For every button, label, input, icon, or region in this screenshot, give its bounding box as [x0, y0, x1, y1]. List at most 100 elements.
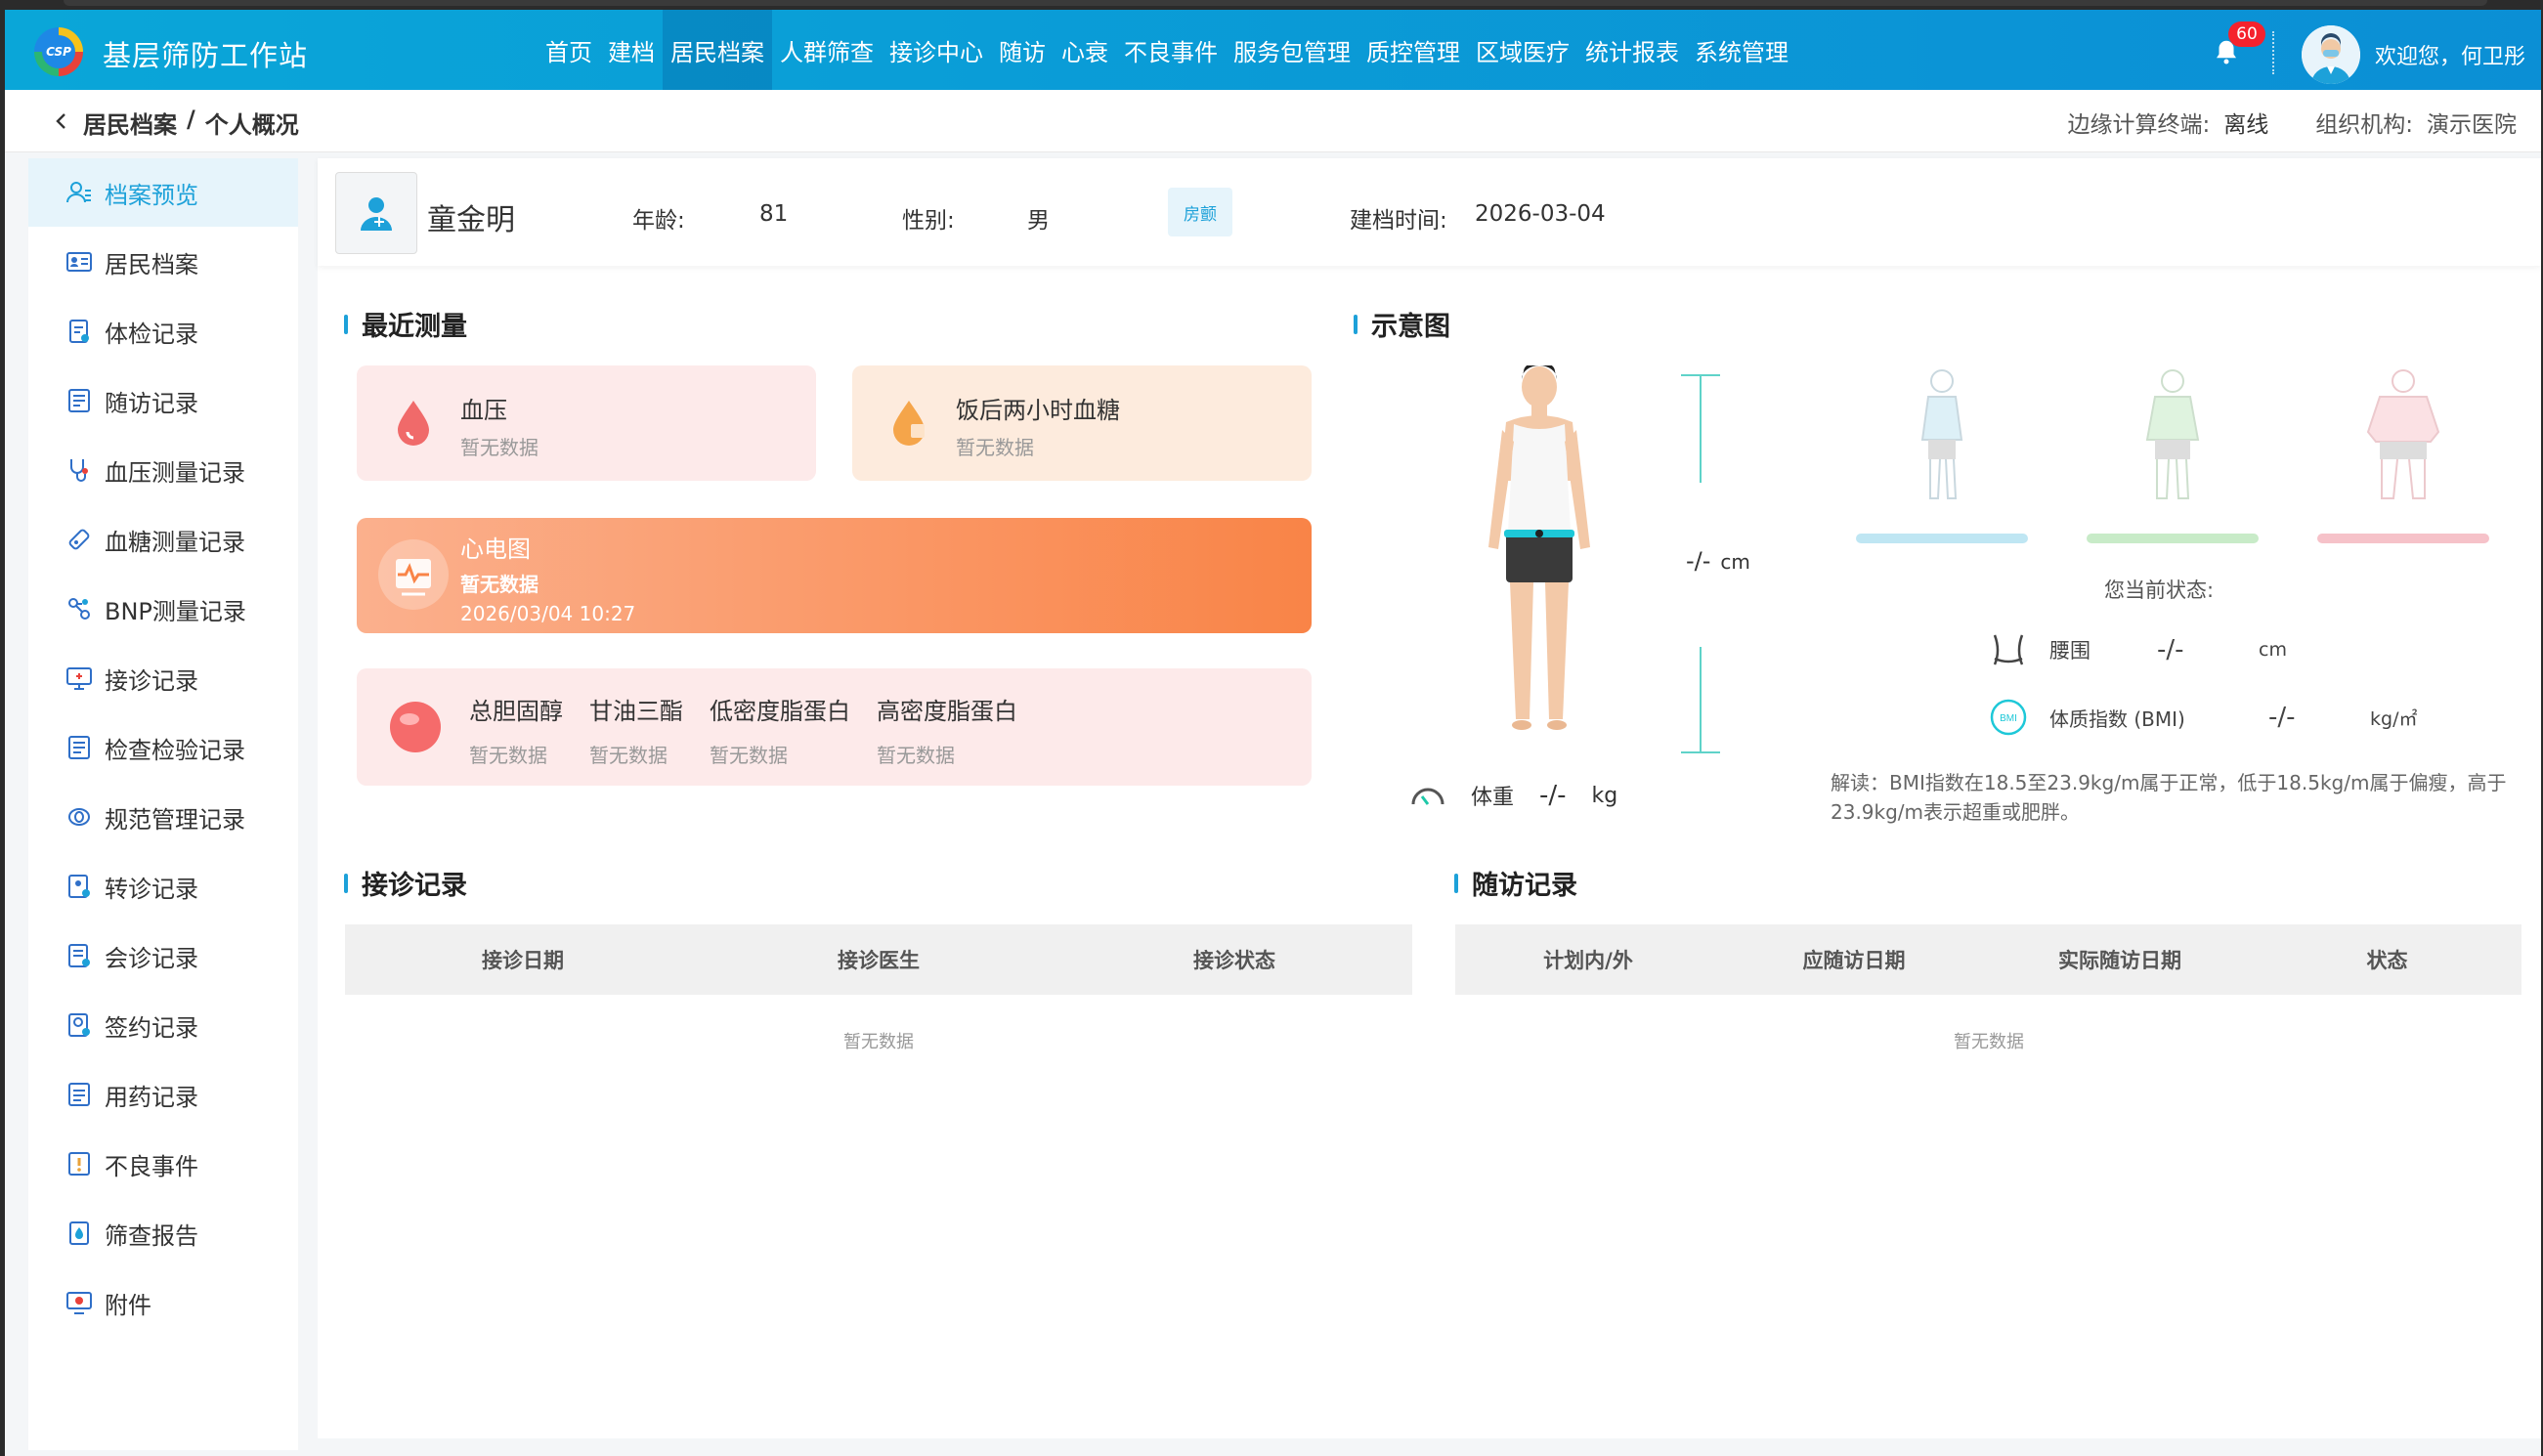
lipid-item-hdl: 高密度脂蛋白 暂无数据	[877, 692, 1017, 768]
nav-item-reception[interactable]: 接诊中心	[882, 10, 991, 90]
nav-item-create-record[interactable]: 建档	[600, 10, 663, 90]
sidebar-item-label: 血压测量记录	[105, 458, 245, 487]
user-avatar[interactable]	[2302, 25, 2360, 84]
glucose-card[interactable]: 饭后两小时血糖 暂无数据	[852, 365, 1312, 481]
followup-icon	[68, 389, 90, 412]
nav-item-system[interactable]: 系统管理	[1687, 10, 1796, 90]
ecg-title: 心电图	[460, 535, 531, 563]
nav-item-regional-medical[interactable]: 区域医疗	[1468, 10, 1577, 90]
sidebar-item-resident-record[interactable]: 居民档案	[28, 228, 298, 296]
sidebar-item-label: BNP测量记录	[105, 597, 246, 625]
bmi-row: BMI 体质指数 (BMI) -/- kg/㎡	[1989, 698, 2417, 737]
column-plan-type[interactable]: 计划内/外	[1455, 945, 1721, 974]
height-readout: -/- cm	[1686, 547, 1750, 575]
sidebar-item-attachments[interactable]: 附件	[28, 1268, 298, 1337]
sidebar-item-label: 用药记录	[105, 1083, 198, 1111]
attachment-icon	[66, 1292, 92, 1314]
sidebar-item-management-records[interactable]: 规范管理记录	[28, 783, 298, 851]
breadcrumb-parent[interactable]: 居民档案	[83, 106, 177, 140]
nav-item-adverse-events[interactable]: 不良事件	[1116, 10, 1226, 90]
nav-item-heart-failure[interactable]: 心衰	[1054, 10, 1116, 90]
nav-item-screening[interactable]: 人群筛查	[772, 10, 882, 90]
sidebar-item-visit-records[interactable]: 接诊记录	[28, 644, 298, 712]
weight-label: 体重	[1471, 786, 1515, 810]
app-logo: CSP	[34, 27, 83, 76]
bmi-interpretation: 解读：BMI指数在18.5至23.9kg/m属于正常，低于18.5kg/m属于偏…	[1831, 771, 2507, 824]
contract-icon	[68, 1013, 90, 1037]
overweight-body-icon	[2366, 369, 2440, 499]
person-icon	[361, 197, 392, 231]
bp-card[interactable]: 血压 暂无数据	[357, 365, 816, 481]
glucose-drop-icon	[893, 401, 925, 446]
created-label: 建档时间:	[1350, 208, 1447, 234]
sidebar-item-medication-records[interactable]: 用药记录	[28, 1060, 298, 1129]
followup-records-table: 计划内/外 应随访日期 实际随访日期 状态 暂无数据	[1455, 924, 2521, 1120]
waist-label: 腰围	[2049, 639, 2090, 663]
bp-title: 血压	[460, 397, 507, 424]
column-visit-status[interactable]: 接诊状态	[1056, 945, 1412, 974]
org-label: 组织机构:	[2315, 112, 2413, 138]
nav-item-service-package[interactable]: 服务包管理	[1226, 10, 1358, 90]
sidebar-item-bp-records[interactable]: 血压测量记录	[28, 436, 298, 504]
sidebar-item-contract-records[interactable]: 签约记录	[28, 991, 298, 1059]
column-visit-doctor[interactable]: 接诊医生	[701, 945, 1056, 974]
sidebar-item-adverse-events[interactable]: 不良事件	[28, 1130, 298, 1198]
height-unit: cm	[1720, 550, 1750, 574]
sidebar-item-label: 会诊记录	[105, 944, 198, 972]
normal-range-bar	[2087, 534, 2259, 543]
lipid-item-ldl: 低密度脂蛋白 暂无数据	[710, 692, 850, 768]
main-menu: 首页 建档 居民档案 人群筛查 接诊中心 随访 心衰 不良事件 服务包管理 质控…	[538, 10, 1796, 90]
sidebar-item-bnp-records[interactable]: BNP测量记录	[28, 575, 298, 643]
gender-value: 男	[1027, 208, 1050, 234]
medication-icon	[68, 1083, 90, 1106]
sidebar-item-lab-records[interactable]: 检查检验记录	[28, 713, 298, 782]
column-actual-date[interactable]: 实际随访日期	[1987, 945, 2253, 974]
blood-drop-icon	[398, 401, 429, 446]
sidebar-item-glucose-records[interactable]: 血糖测量记录	[28, 505, 298, 574]
sidebar-item-label: 血糖测量记录	[105, 528, 245, 556]
visit-records-table: 接诊日期 接诊医生 接诊状态 暂无数据	[345, 924, 1412, 1120]
breadcrumb-current: 个人概况	[204, 111, 299, 139]
column-scheduled-date[interactable]: 应随访日期	[1721, 945, 1987, 974]
sidebar-item-followup[interactable]: 随访记录	[28, 366, 298, 435]
edge-terminal-info: 边缘计算终端: 离线 组织机构: 演示医院	[2068, 106, 2518, 139]
column-followup-status[interactable]: 状态	[2253, 945, 2521, 974]
nav-item-quality-control[interactable]: 质控管理	[1358, 10, 1468, 90]
waist-unit: cm	[2259, 639, 2287, 661]
logo-text: CSP	[42, 35, 75, 68]
sidebar-item-screening-report[interactable]: 筛查报告	[28, 1199, 298, 1267]
scale-gauge-icon	[1411, 788, 1444, 805]
human-figure-illustration	[1488, 365, 1590, 730]
molecule-icon	[68, 598, 90, 620]
weight-readout: 体重 -/- kg	[1410, 780, 1617, 811]
org-value: 演示医院	[2427, 112, 2517, 138]
nav-item-statistics[interactable]: 统计报表	[1577, 10, 1687, 90]
nav-item-home[interactable]: 首页	[538, 10, 600, 90]
age-label: 年龄:	[632, 208, 685, 234]
bmi-unit: kg/㎡	[2370, 707, 2418, 730]
overview-content: 最近测量 血压 暂无数据 饭后两小时血糖 暂无数据 心电图 暂无数据 2026/…	[318, 283, 2541, 1436]
app-title: 基层筛防工作站	[103, 39, 309, 72]
ecg-card[interactable]: 心电图 暂无数据 2026/03/04 10:27	[357, 518, 1312, 633]
sidebar-item-label: 检查检验记录	[105, 736, 245, 764]
overweight-range-bar	[2317, 534, 2489, 543]
back-arrow-icon[interactable]	[50, 109, 73, 133]
sidebar-item-checkup[interactable]: 体检记录	[28, 297, 298, 365]
sidebar-item-label: 体检记录	[105, 320, 198, 348]
nav-item-followup[interactable]: 随访	[991, 10, 1054, 90]
sidebar-item-label: 附件	[105, 1291, 151, 1319]
bmi-icon: BMI	[1990, 699, 2027, 736]
followup-records-title: 随访记录	[1454, 864, 1577, 902]
sidebar-item-referral-records[interactable]: 转诊记录	[28, 852, 298, 921]
lipid-card[interactable]: 总胆固醇 暂无数据 甘油三酯 暂无数据 低密度脂蛋白 暂无数据 高密度脂蛋白 暂…	[357, 668, 1312, 786]
sidebar-item-profile-preview[interactable]: 档案预览	[28, 158, 298, 227]
report-icon	[68, 736, 90, 759]
normal-body-icon	[2145, 369, 2200, 499]
nav-item-resident-records[interactable]: 居民档案	[663, 10, 772, 90]
ecg-status: 暂无数据	[460, 573, 539, 596]
sidebar-item-consult-records[interactable]: 会诊记录	[28, 921, 298, 990]
column-visit-date[interactable]: 接诊日期	[345, 945, 701, 974]
breadcrumb: 居民档案 / 个人概况	[83, 106, 299, 140]
sidebar-item-label: 不良事件	[105, 1152, 198, 1180]
weight-unit: kg	[1591, 783, 1618, 808]
